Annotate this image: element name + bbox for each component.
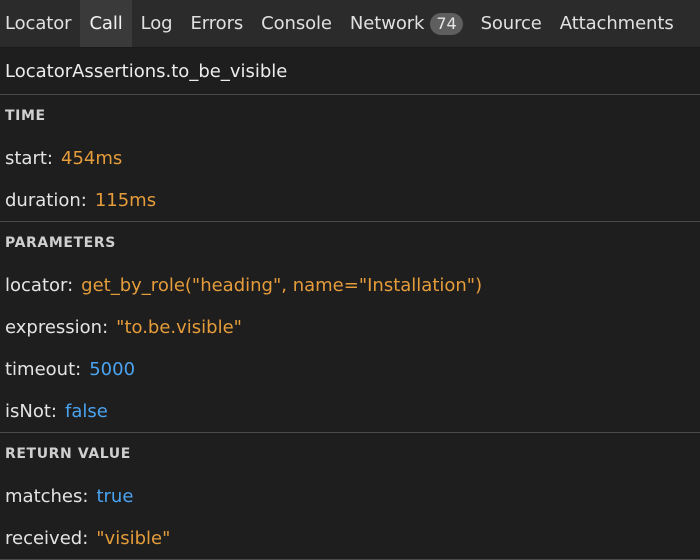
timeout-key: timeout:: [5, 358, 82, 380]
matches-value: true: [96, 485, 134, 507]
received-value: "visible": [96, 527, 171, 549]
parameters-section: PARAMETERS locator: get_by_role("heading…: [0, 222, 700, 433]
locator-key: locator:: [5, 274, 74, 296]
locator-row: locator: get_by_role("heading", name="In…: [0, 264, 700, 306]
isnot-key: isNot:: [5, 400, 57, 422]
tab-errors[interactable]: Errors: [182, 0, 253, 47]
tab-log[interactable]: Log: [132, 0, 182, 47]
parameters-section-header: PARAMETERS: [5, 235, 116, 251]
start-value: 454ms: [61, 147, 123, 169]
tab-source[interactable]: Source: [472, 0, 551, 47]
duration-row: duration: 115ms: [0, 179, 700, 221]
matches-key: matches:: [5, 485, 89, 507]
duration-value: 115ms: [94, 189, 157, 211]
tab-locator[interactable]: Locator: [0, 0, 80, 47]
network-count-badge: 74: [430, 12, 463, 35]
time-section-header: TIME: [5, 108, 46, 124]
tab-bar: Locator Call Log Errors Console Network …: [0, 0, 700, 48]
isnot-row: isNot: false: [0, 390, 700, 432]
tab-network-label: Network: [349, 13, 425, 34]
expression-row: expression: "to.be.visible": [0, 306, 700, 348]
duration-key: duration:: [5, 189, 87, 211]
isnot-value: false: [64, 400, 108, 422]
return-value-section-header: RETURN VALUE: [5, 446, 131, 462]
timeout-row: timeout: 5000: [0, 348, 700, 390]
start-key: start:: [5, 147, 53, 169]
tab-attachments[interactable]: Attachments: [551, 0, 683, 47]
tab-call[interactable]: Call: [80, 0, 132, 47]
start-row: start: 454ms: [0, 137, 700, 179]
return-value-section: RETURN VALUE matches: true received: "vi…: [0, 433, 700, 560]
matches-row: matches: true: [0, 475, 700, 517]
call-title: LocatorAssertions.to_be_visible: [0, 48, 700, 95]
received-key: received:: [5, 527, 89, 549]
locator-value: get_by_role("heading", name="Installatio…: [81, 274, 483, 296]
received-row: received: "visible": [0, 517, 700, 559]
timeout-value: 5000: [89, 358, 136, 380]
tab-console[interactable]: Console: [252, 0, 341, 47]
expression-value: "to.be.visible": [116, 316, 242, 338]
expression-key: expression:: [5, 316, 109, 338]
tab-network[interactable]: Network 74: [341, 0, 472, 47]
time-section: TIME start: 454ms duration: 115ms: [0, 95, 700, 222]
